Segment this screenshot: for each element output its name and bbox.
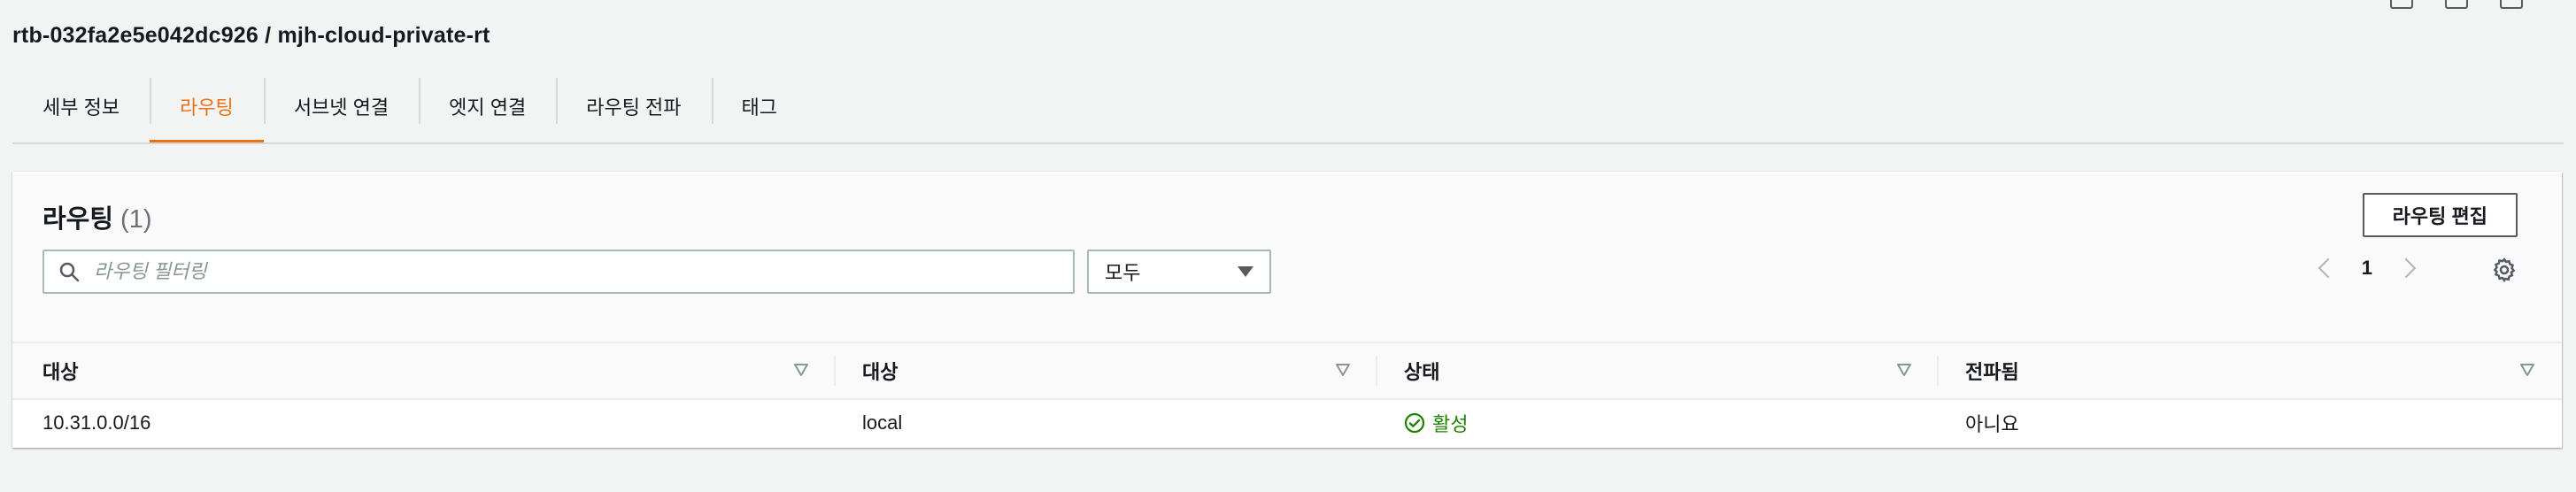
column-separator[interactable] <box>1376 356 1377 386</box>
table-header: 대상 대상 상태 전파됨 <box>12 343 2562 400</box>
tab-tags[interactable]: 태그 <box>711 69 807 143</box>
column-header-target[interactable]: 대상 <box>862 343 898 398</box>
edit-routes-button[interactable]: 라우팅 편집 <box>2362 193 2518 237</box>
cell-propagated: 아니요 <box>1965 413 2019 435</box>
caret-down-icon <box>1238 266 1253 277</box>
table-row[interactable]: 10.31.0.0/16 local 활성 아니요 <box>12 400 2562 446</box>
pagination: 1 <box>2318 257 2417 280</box>
tab-bar: 세부 정보 라우팅 서브넷 연결 엣지 연결 라우팅 전파 태그 <box>12 69 807 143</box>
route-filter-input[interactable] <box>92 259 1073 284</box>
routes-panel-header: 라우팅(1) 라우팅 편집 모두 1 <box>12 172 2562 343</box>
chevron-left-icon[interactable] <box>2318 258 2339 279</box>
tab-details[interactable]: 세부 정보 <box>12 69 150 143</box>
scope-select[interactable]: 모두 <box>1087 250 1271 294</box>
cell-target: local <box>862 411 903 434</box>
column-header-status[interactable]: 상태 <box>1404 343 1439 398</box>
gear-icon[interactable] <box>2491 257 2518 283</box>
routes-title: 라우팅 (1) <box>42 198 152 235</box>
tab-edge-associations[interactable]: 엣지 연결 <box>419 69 556 143</box>
routes-panel: 라우팅(1) 라우팅 편집 모두 1 대상 대상 <box>12 172 2562 448</box>
sort-icon[interactable] <box>1335 363 1351 377</box>
top-right-icons <box>2390 0 2523 9</box>
cell-status: 활성 <box>1404 400 1468 446</box>
column-header-destination[interactable]: 대상 <box>42 343 78 398</box>
chevron-right-icon[interactable] <box>2395 258 2417 279</box>
column-separator[interactable] <box>1937 356 1939 386</box>
window-icon[interactable] <box>2445 0 2468 9</box>
page-number[interactable]: 1 <box>2362 257 2372 280</box>
cell-destination: 10.31.0.0/16 <box>42 411 151 434</box>
page-title: rtb-032fa2e5e042dc926 / mjh-cloud-privat… <box>12 23 490 48</box>
tab-subnet-associations[interactable]: 서브넷 연결 <box>263 69 419 143</box>
window-icon[interactable] <box>2390 0 2413 9</box>
route-filter-field[interactable] <box>42 250 1075 294</box>
sort-icon[interactable] <box>1896 363 1912 377</box>
window-icon[interactable] <box>2500 0 2523 9</box>
check-circle-icon <box>1404 412 1425 434</box>
tab-route-propagation[interactable]: 라우팅 전파 <box>556 69 711 143</box>
column-separator[interactable] <box>834 356 836 386</box>
tabs-divider <box>12 142 2564 144</box>
routes-title-text: 라우팅 <box>42 205 114 234</box>
column-header-propagated[interactable]: 전파됨 <box>1965 343 2019 398</box>
search-icon <box>59 262 80 282</box>
scope-select-value: 모두 <box>1105 262 1141 284</box>
status-text: 활성 <box>1432 413 1469 435</box>
sort-icon[interactable] <box>2519 363 2535 377</box>
sort-icon[interactable] <box>793 363 809 377</box>
routes-count: (1) <box>120 205 152 234</box>
tab-routes[interactable]: 라우팅 <box>150 69 264 143</box>
